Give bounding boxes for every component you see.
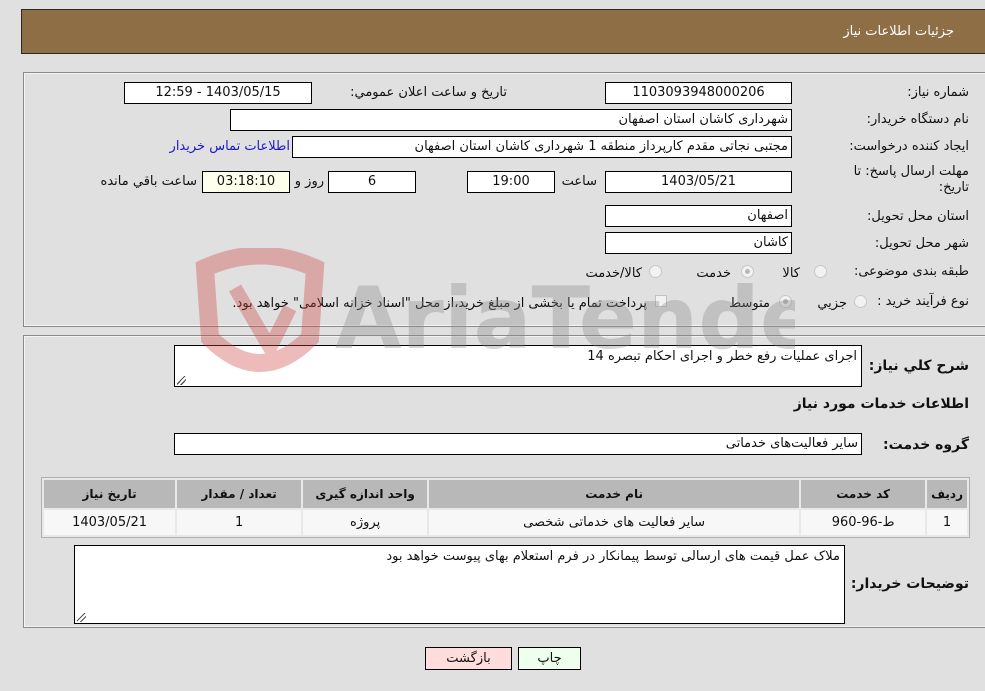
- print-button[interactable]: چاپ: [518, 647, 581, 670]
- deadline-time-label: ساعت: [561, 174, 597, 189]
- buyer-org-field: شهرداری کاشان استان اصفهان: [230, 109, 792, 131]
- services-table: ردیف کد خدمت نام خدمت واحد اندازه گیری ت…: [41, 477, 970, 538]
- city-field: کاشان: [605, 232, 792, 254]
- cell-quantity: 1: [177, 510, 302, 535]
- cell-unit: پروژه: [303, 510, 428, 535]
- city-label: شهر محل تحویل:: [874, 236, 969, 251]
- purchase-type-radio-minor[interactable]: [854, 295, 867, 308]
- buyer-contact-link[interactable]: اطلاعات تماس خریدار: [170, 139, 290, 154]
- col-need-date: تاریخ نیاز: [44, 480, 176, 508]
- buyer-notes-label: توضیحات خریدار:: [850, 576, 969, 592]
- description-textarea[interactable]: اجرای عملیات رفع خطر و اجرای احکام تبصره…: [174, 345, 862, 387]
- services-section-title: اطلاعات خدمات مورد نیاز: [793, 396, 969, 412]
- purchase-type-radio-medium[interactable]: [779, 295, 792, 308]
- need-description-panel: شرح کلي نياز: اجرای عملیات رفع خطر و اجر…: [23, 335, 985, 628]
- deadline-date-field: 1403/05/21: [605, 171, 792, 193]
- province-label: استان محل تحویل:: [867, 209, 969, 224]
- cell-row-number: 1: [927, 510, 967, 535]
- buyer-notes-text: ملاک عمل قیمت های ارسالی توسط پیمانکار د…: [386, 549, 840, 564]
- col-service-code: کد خدمت: [801, 480, 926, 508]
- treasury-checkbox[interactable]: [655, 295, 667, 307]
- announce-datetime-label: تاریخ و ساعت اعلان عمومي:: [350, 85, 507, 100]
- description-text: اجرای عملیات رفع خطر و اجرای احکام تبصره…: [587, 349, 857, 364]
- cell-need-date: 1403/05/21: [44, 510, 176, 535]
- purchase-type-option-medium: متوسط: [729, 296, 770, 311]
- category-radio-service[interactable]: [741, 265, 754, 278]
- col-row-number: ردیف: [927, 480, 967, 508]
- back-button[interactable]: بازگشت: [425, 647, 512, 670]
- cell-service-name: سایر فعالیت های خدماتی شخصی: [429, 510, 800, 535]
- col-unit: واحد اندازه گیری: [303, 480, 428, 508]
- service-group-field: سایر فعالیت‌های خدماتی: [174, 433, 862, 455]
- purchase-type-label: نوع فرآیند خرید :: [877, 294, 969, 309]
- time-remaining-field: 03:18:10: [202, 171, 290, 193]
- category-label: طبقه بندی موضوعی:: [853, 264, 969, 279]
- buyer-org-label: نام دستگاه خریدار:: [866, 112, 969, 127]
- deadline-time-field: 19:00: [467, 171, 555, 193]
- page-header: جزئیات اطلاعات نیاز: [21, 9, 985, 54]
- deadline-label-line2: تاریخ:: [938, 180, 969, 195]
- col-service-name: نام خدمت: [429, 480, 800, 508]
- province-field: اصفهان: [605, 205, 792, 227]
- need-number-label: شماره نیاز:: [907, 85, 969, 100]
- days-label: روز و: [294, 174, 324, 189]
- category-radio-goods-service[interactable]: [649, 265, 662, 278]
- services-table-header: ردیف کد خدمت نام خدمت واحد اندازه گیری ت…: [44, 480, 967, 508]
- need-details-panel: شماره نیاز: 1103093948000206 تاریخ و ساع…: [23, 72, 985, 327]
- page-title: جزئیات اطلاعات نیاز: [843, 24, 954, 39]
- treasury-note: پرداخت تمام یا بخشی از مبلغ خرید،از محل …: [232, 296, 647, 311]
- resize-grip-icon[interactable]: [77, 613, 86, 622]
- resize-grip-icon[interactable]: [177, 376, 186, 385]
- category-radio-goods[interactable]: [814, 265, 827, 278]
- category-option-goods-service: کالا/خدمت: [585, 266, 642, 281]
- table-row: 1 ط-96-960 سایر فعالیت های خدماتی شخصی پ…: [44, 510, 967, 535]
- category-option-goods: کالا: [782, 266, 800, 281]
- requester-label: ایجاد کننده درخواست:: [849, 139, 969, 154]
- requester-field: مجتبی نجاتی مقدم کارپرداز منطقه 1 شهردار…: [292, 136, 792, 158]
- days-remaining-field: 6: [328, 171, 416, 193]
- time-remaining-label: ساعت باقي مانده: [100, 174, 197, 189]
- service-group-label: گروه خدمت:: [883, 437, 969, 453]
- deadline-label: مهلت ارسال پاسخ: تا تاریخ:: [854, 164, 969, 196]
- buyer-notes-textarea[interactable]: ملاک عمل قیمت های ارسالی توسط پیمانکار د…: [74, 545, 845, 624]
- cell-service-code: ط-96-960: [801, 510, 926, 535]
- deadline-label-line1: مهلت ارسال پاسخ: تا: [853, 164, 969, 179]
- announce-datetime-field: 1403/05/15 - 12:59: [124, 82, 312, 104]
- col-quantity: تعداد / مقدار: [177, 480, 302, 508]
- category-option-service: خدمت: [696, 266, 731, 281]
- description-label: شرح کلي نياز:: [868, 358, 969, 374]
- purchase-type-option-minor: جزيي: [817, 296, 847, 311]
- need-number-field: 1103093948000206: [605, 82, 792, 104]
